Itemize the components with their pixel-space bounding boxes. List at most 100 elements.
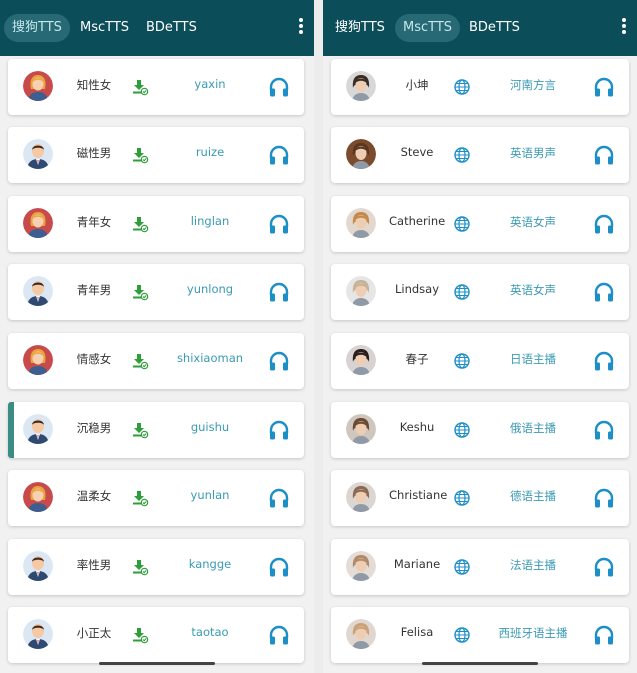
headphones-icon[interactable] bbox=[268, 281, 290, 303]
globe-icon[interactable] bbox=[453, 146, 471, 164]
globe-icon[interactable] bbox=[453, 421, 471, 439]
voice-code: 德语主播 bbox=[510, 489, 556, 503]
voice-code: 英语男声 bbox=[510, 146, 556, 160]
headphones-icon[interactable] bbox=[268, 487, 290, 509]
globe-icon[interactable] bbox=[453, 215, 471, 233]
headphones-icon[interactable] bbox=[268, 76, 290, 98]
voice-name: 沉稳男 bbox=[76, 421, 112, 435]
download-icon[interactable] bbox=[131, 146, 149, 164]
headphones-icon[interactable] bbox=[268, 419, 290, 441]
app-bar: 搜狗TTS MscTTS BDeTTS bbox=[0, 0, 314, 56]
voice-name: 小正太 bbox=[76, 626, 112, 640]
avatar bbox=[346, 619, 376, 649]
voice-code: ruize bbox=[195, 145, 225, 159]
voice-card[interactable]: Mariane 法语主播 bbox=[331, 539, 629, 595]
globe-icon[interactable] bbox=[453, 489, 471, 507]
voice-name: 春子 bbox=[405, 352, 429, 366]
voice-name: 小坤 bbox=[405, 78, 429, 92]
voice-code: 法语主播 bbox=[510, 558, 556, 572]
headphones-icon[interactable] bbox=[593, 350, 615, 372]
avatar bbox=[346, 414, 376, 444]
download-icon[interactable] bbox=[131, 78, 149, 96]
voice-name: 率性男 bbox=[76, 558, 112, 572]
avatar bbox=[346, 345, 376, 375]
globe-icon[interactable] bbox=[453, 558, 471, 576]
voice-name: Christiane bbox=[389, 488, 448, 502]
download-icon[interactable] bbox=[131, 215, 149, 233]
headphones-icon[interactable] bbox=[268, 213, 290, 235]
headphones-icon[interactable] bbox=[268, 624, 290, 646]
tab-sogou-tts[interactable]: 搜狗TTS bbox=[327, 14, 393, 42]
voice-card[interactable]: 磁性男 ruize bbox=[8, 127, 304, 183]
tab-bde-tts[interactable]: BDeTTS bbox=[461, 14, 528, 42]
avatar bbox=[23, 276, 53, 306]
voice-name: Felisa bbox=[400, 625, 434, 639]
home-indicator[interactable] bbox=[422, 662, 538, 665]
voice-code: 西班牙语主播 bbox=[498, 626, 568, 640]
voice-card[interactable]: Keshu 俄语主播 bbox=[331, 402, 629, 458]
voice-card[interactable]: Catherine 英语女声 bbox=[331, 196, 629, 252]
voice-name: Steve bbox=[400, 145, 434, 159]
voice-card[interactable]: 小正太 taotao bbox=[8, 607, 304, 663]
voice-card[interactable]: 温柔女 yunlan bbox=[8, 470, 304, 526]
avatar bbox=[23, 208, 53, 238]
tab-bde-tts[interactable]: BDeTTS bbox=[138, 14, 205, 42]
voice-card[interactable]: 小坤 河南方言 bbox=[331, 59, 629, 115]
download-icon[interactable] bbox=[131, 626, 149, 644]
voice-name: 知性女 bbox=[76, 78, 112, 92]
avatar bbox=[23, 345, 53, 375]
voice-name: 青年女 bbox=[76, 215, 112, 229]
app-bar: 搜狗TTS MscTTS BDeTTS bbox=[323, 0, 637, 56]
voice-card[interactable]: 知性女 yaxin bbox=[8, 59, 304, 115]
headphones-icon[interactable] bbox=[593, 624, 615, 646]
download-icon[interactable] bbox=[131, 421, 149, 439]
avatar bbox=[346, 208, 376, 238]
globe-icon[interactable] bbox=[453, 283, 471, 301]
voice-card[interactable]: 沉稳男 guishu bbox=[8, 402, 304, 458]
headphones-icon[interactable] bbox=[593, 281, 615, 303]
voice-code: 英语女声 bbox=[510, 215, 556, 229]
headphones-icon[interactable] bbox=[268, 144, 290, 166]
voice-card[interactable]: 率性男 kangge bbox=[8, 539, 304, 595]
voice-code: 日语主播 bbox=[510, 352, 556, 366]
voice-card[interactable]: 情感女 shixiaoman bbox=[8, 333, 304, 389]
download-icon[interactable] bbox=[131, 558, 149, 576]
avatar bbox=[346, 139, 376, 169]
headphones-icon[interactable] bbox=[593, 144, 615, 166]
voice-code: guishu bbox=[190, 420, 230, 434]
headphones-icon[interactable] bbox=[593, 419, 615, 441]
voice-card[interactable]: Lindsay 英语女声 bbox=[331, 264, 629, 320]
voice-card[interactable]: Felisa 西班牙语主播 bbox=[331, 607, 629, 663]
voice-name: Keshu bbox=[399, 420, 435, 434]
headphones-icon[interactable] bbox=[593, 556, 615, 578]
voice-card[interactable]: Steve 英语男声 bbox=[331, 127, 629, 183]
headphones-icon[interactable] bbox=[268, 556, 290, 578]
tab-sogou-tts[interactable]: 搜狗TTS bbox=[4, 14, 70, 42]
tab-msc-tts[interactable]: MscTTS bbox=[395, 14, 461, 42]
voice-card[interactable]: 青年男 yunlong bbox=[8, 264, 304, 320]
headphones-icon[interactable] bbox=[593, 76, 615, 98]
download-icon[interactable] bbox=[131, 283, 149, 301]
tab-msc-tts[interactable]: MscTTS bbox=[72, 14, 137, 42]
more-vert-icon[interactable] bbox=[298, 18, 304, 38]
globe-icon[interactable] bbox=[453, 352, 471, 370]
globe-icon[interactable] bbox=[453, 626, 471, 644]
more-vert-icon[interactable] bbox=[621, 18, 627, 38]
voice-name: 温柔女 bbox=[76, 489, 112, 503]
download-icon[interactable] bbox=[131, 489, 149, 507]
globe-icon[interactable] bbox=[453, 78, 471, 96]
avatar bbox=[23, 139, 53, 169]
home-indicator[interactable] bbox=[99, 662, 215, 665]
download-icon[interactable] bbox=[131, 352, 149, 370]
headphones-icon[interactable] bbox=[268, 350, 290, 372]
voice-code: linglan bbox=[190, 214, 230, 228]
headphones-icon[interactable] bbox=[593, 487, 615, 509]
voice-card[interactable]: 春子 日语主播 bbox=[331, 333, 629, 389]
voice-card[interactable]: 青年女 linglan bbox=[8, 196, 304, 252]
left-phone-screen: 搜狗TTS MscTTS BDeTTS 知性女 yaxin 磁性男 ruize 青年女 l… bbox=[0, 0, 314, 673]
voice-card[interactable]: Christiane 德语主播 bbox=[331, 470, 629, 526]
voice-code: yunlan bbox=[190, 488, 230, 502]
voice-code: 俄语主播 bbox=[510, 421, 556, 435]
headphones-icon[interactable] bbox=[593, 213, 615, 235]
voice-name: Lindsay bbox=[394, 282, 440, 296]
